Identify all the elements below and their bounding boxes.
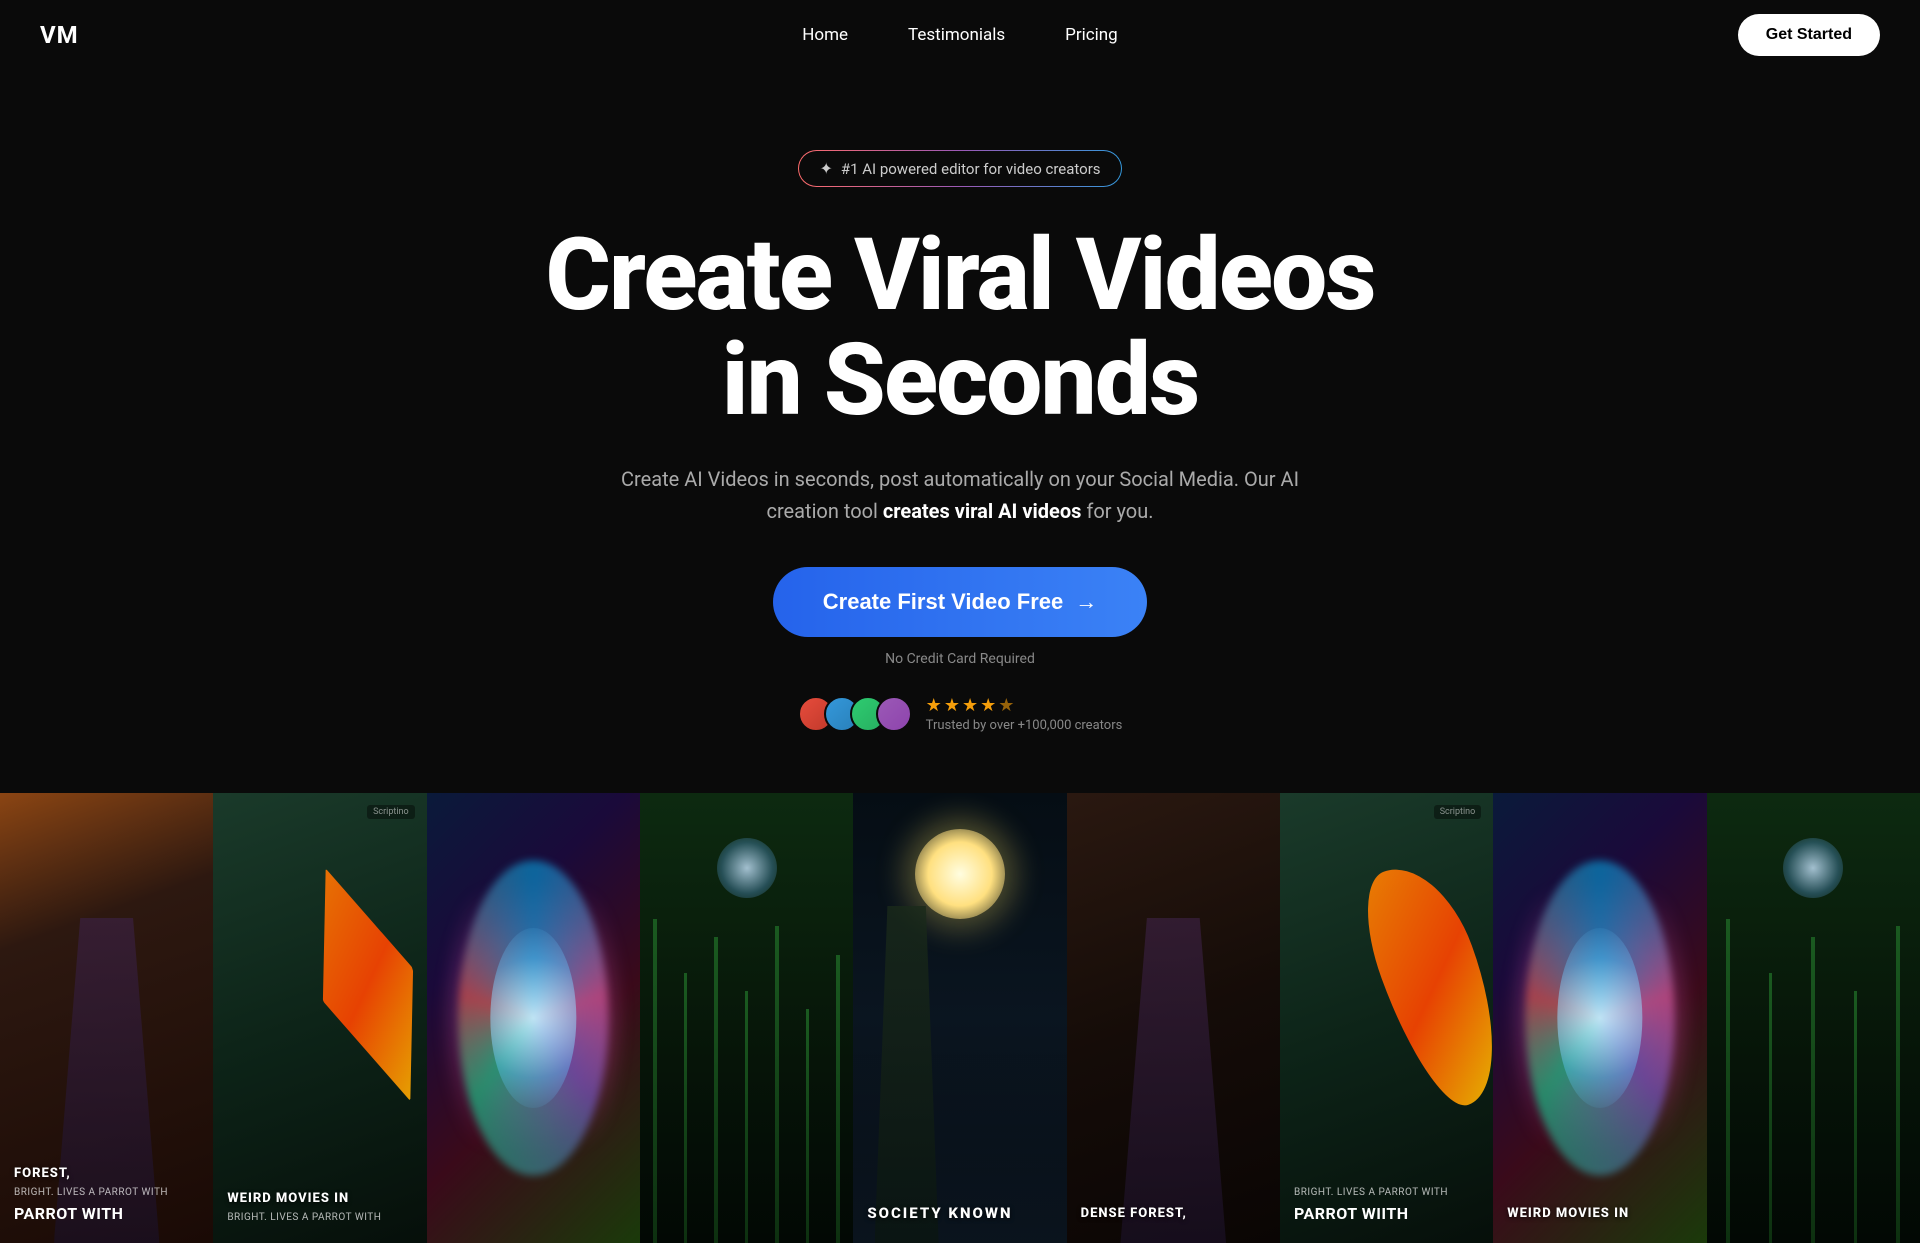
swirl-center-8 xyxy=(1557,928,1642,1108)
avatar-group xyxy=(798,696,912,732)
star-3: ★ xyxy=(962,695,978,716)
star-rating: ★ ★ ★ ★ ★ xyxy=(926,695,1015,716)
bird-shape-2 xyxy=(281,852,427,1117)
avatar-4 xyxy=(876,696,912,732)
card-label-2: WEIRD MOVIES IN BRIGHT. LIVES A PARROT W… xyxy=(227,1191,412,1223)
nav-testimonials[interactable]: Testimonials xyxy=(908,25,1005,45)
card-label-8: WEIRD MOVIES IN xyxy=(1507,1206,1692,1223)
social-proof: ★ ★ ★ ★ ★ Trusted by over +100,000 creat… xyxy=(798,695,1123,733)
card-label-7: BRIGHT. LIVES A PARROT WITH PaRROT Wiith xyxy=(1294,1183,1479,1223)
video-card-2[interactable]: Scriptino WEIRD MOVIES IN BRIGHT. LIVES … xyxy=(213,793,426,1243)
hero-title-line1: Create Viral Videos xyxy=(545,217,1374,334)
video-grid: FOREST, BRIGHT. LIVES A PARROT WITH PaRR… xyxy=(0,793,1920,1243)
star-4: ★ xyxy=(980,695,996,716)
hero-subtitle: Create AI Videos in seconds, post automa… xyxy=(620,463,1300,527)
hero-cta-label: Create First Video Free xyxy=(823,589,1063,615)
card-label-5: SOCIETY KNOWN xyxy=(867,1204,1052,1224)
watermark-2: Scriptino xyxy=(367,805,415,819)
no-credit-card-text: No Credit Card Required xyxy=(885,651,1035,667)
card-bottom-1: PaRROT With xyxy=(14,1204,199,1223)
moon-5 xyxy=(915,829,1005,919)
card-title-1: FOREST, xyxy=(14,1166,199,1183)
hero-cta-button[interactable]: Create First Video Free → xyxy=(773,567,1147,637)
hero-title: Create Viral Videos in Seconds xyxy=(545,223,1374,433)
nav-pricing[interactable]: Pricing xyxy=(1065,25,1118,45)
video-card-7[interactable]: Scriptino BRIGHT. LIVES A PARROT WITH Pa… xyxy=(1280,793,1493,1243)
card-subtitle-7: BRIGHT. LIVES A PARROT WITH xyxy=(1294,1187,1479,1198)
badge: ✦ #1 AI powered editor for video creator… xyxy=(798,150,1121,187)
logo: VM xyxy=(40,21,79,49)
video-card-4[interactable] xyxy=(640,793,853,1243)
video-card-8[interactable]: WEIRD MOVIES IN xyxy=(1493,793,1706,1243)
stars-trust: ★ ★ ★ ★ ★ Trusted by over +100,000 creat… xyxy=(926,695,1123,733)
nav-get-started-button[interactable]: Get Started xyxy=(1738,14,1880,56)
star-2: ★ xyxy=(944,695,960,716)
badge-icon: ✦ xyxy=(819,159,832,178)
light-4 xyxy=(717,838,777,898)
card-title-8: WEIRD MOVIES IN xyxy=(1507,1206,1692,1223)
bird-shape-7 xyxy=(1347,852,1493,1117)
video-card-9[interactable] xyxy=(1707,793,1920,1243)
trust-text: Trusted by over +100,000 creators xyxy=(926,718,1123,733)
star-1: ★ xyxy=(926,695,942,716)
navbar: VM Home Testimonials Pricing Get Started xyxy=(0,0,1920,70)
nav-links: Home Testimonials Pricing xyxy=(802,25,1117,45)
hero-subtitle-plain2: for you. xyxy=(1081,499,1153,523)
card-title-2: WEIRD MOVIES IN xyxy=(227,1191,412,1208)
video-card-3[interactable] xyxy=(427,793,640,1243)
video-card-6[interactable]: DENSE FOREST, xyxy=(1067,793,1280,1243)
hero-subtitle-bold: creates viral AI videos xyxy=(883,499,1082,523)
star-5-half: ★ xyxy=(998,695,1014,716)
card-label-1: FOREST, BRIGHT. LIVES A PARROT WITH PaRR… xyxy=(14,1166,199,1223)
card-figure-6 xyxy=(1077,861,1269,1243)
light-9 xyxy=(1783,838,1843,898)
swirl-center-3 xyxy=(491,928,576,1108)
nav-home[interactable]: Home xyxy=(802,25,848,45)
card-title-6: DENSE FOREST, xyxy=(1081,1206,1266,1223)
watermark-7: Scriptino xyxy=(1434,805,1482,819)
card-subtitle-2: BRIGHT. LIVES A PARROT WITH xyxy=(227,1212,412,1223)
trees-4 xyxy=(640,883,853,1243)
card-title-5: SOCIETY KNOWN xyxy=(867,1204,1052,1224)
card-label-6: DENSE FOREST, xyxy=(1081,1206,1266,1223)
hero-cta-arrow: → xyxy=(1075,589,1097,615)
card-bottom-7: PaRROT Wiith xyxy=(1294,1204,1479,1223)
video-card-1[interactable]: FOREST, BRIGHT. LIVES A PARROT WITH PaRR… xyxy=(0,793,213,1243)
video-card-5[interactable]: SOCIETY KNOWN xyxy=(853,793,1066,1243)
badge-text: #1 AI powered editor for video creators xyxy=(841,160,1101,178)
trees-9 xyxy=(1707,883,1920,1243)
hero-section: ✦ #1 AI powered editor for video creator… xyxy=(0,70,1920,793)
hero-title-line2: in Seconds xyxy=(722,322,1199,439)
card-subtitle-1: BRIGHT. LIVES A PARROT WITH xyxy=(14,1187,199,1198)
